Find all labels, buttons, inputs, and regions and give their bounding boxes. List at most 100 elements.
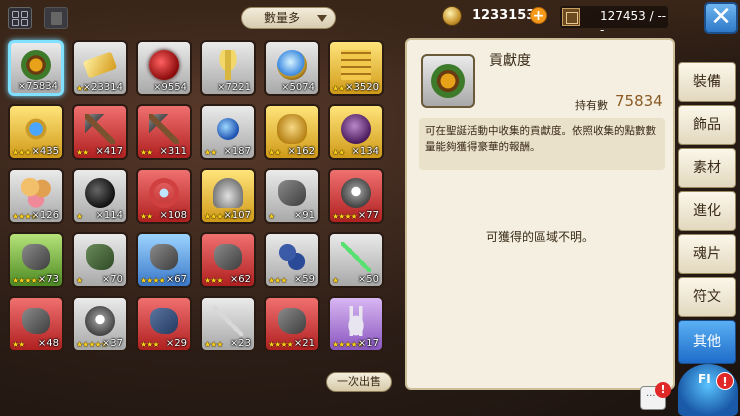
item-slot[interactable]: ★★★★★ ×17 xyxy=(328,296,384,352)
item-slot[interactable]: ★ ×70 xyxy=(72,232,128,288)
gray-stone-icon xyxy=(214,243,242,270)
item-count: ×23 xyxy=(229,338,251,349)
star-wreath-icon xyxy=(431,64,465,98)
item-rarity-stars: ★★★ xyxy=(140,340,159,349)
item-count: ×114 xyxy=(95,210,123,221)
item-slot[interactable]: ★★ ×311 xyxy=(136,104,192,160)
item-rarity-stars: ★★ xyxy=(204,148,217,157)
staff-icon xyxy=(213,305,243,336)
sort-dropdown[interactable]: 數量多 xyxy=(241,7,336,29)
item-slot[interactable]: ★★★★ ×21 xyxy=(264,296,320,352)
detail-item-frame xyxy=(421,54,475,108)
item-count: ×37 xyxy=(101,338,123,349)
item-rarity-stars: ★ xyxy=(268,212,275,221)
gray-stone-icon xyxy=(278,307,306,334)
item-count: ×77 xyxy=(357,210,379,221)
item-slot[interactable]: ★★★★ ×77 xyxy=(328,168,384,224)
list-view-button[interactable] xyxy=(44,7,68,29)
item-count: ×108 xyxy=(159,210,187,221)
mascot-label: FI xyxy=(698,372,711,386)
sell-all-button[interactable]: 一次出售 xyxy=(326,372,392,392)
item-slot[interactable]: ×9554 xyxy=(136,40,192,96)
green-spear-icon xyxy=(341,241,371,272)
item-slot[interactable]: ★★★★★ ×107 xyxy=(200,168,256,224)
item-slot[interactable]: ★★★★★ ×37 xyxy=(72,296,128,352)
tab-5[interactable]: 符文 xyxy=(678,277,736,317)
hammer-icon xyxy=(85,113,115,144)
item-count: ×9554 xyxy=(153,82,187,93)
item-slot[interactable]: ★★★ ×62 xyxy=(200,232,256,288)
blue-amulet-icon xyxy=(21,113,51,144)
item-count: ×187 xyxy=(223,146,251,157)
item-slot[interactable]: ★★ ×134 xyxy=(328,104,384,160)
item-slot[interactable]: ★★★★ ×67 xyxy=(136,232,192,288)
item-count: ×29 xyxy=(165,338,187,349)
item-slot[interactable]: ★★★ ×59 xyxy=(264,232,320,288)
item-slot[interactable]: ★★ ×187 xyxy=(200,104,256,160)
item-slot[interactable]: ★★ ×23314 xyxy=(72,40,128,96)
plum-icon xyxy=(341,113,371,144)
item-slot[interactable]: ★★★★★ ×73 xyxy=(8,232,64,288)
item-slot[interactable]: ★ ×50 xyxy=(328,232,384,288)
item-slot[interactable]: ×5074 xyxy=(264,40,320,96)
blue-orb-icon xyxy=(277,49,307,80)
item-count: ×67 xyxy=(165,274,187,285)
tab-4[interactable]: 魂片 xyxy=(678,234,736,274)
item-count: ×107 xyxy=(223,210,251,221)
helmet-icon xyxy=(213,177,243,208)
tab-6[interactable]: 其他 xyxy=(678,320,736,364)
capacity-value: 127453 / --- xyxy=(600,9,667,37)
hammer-icon xyxy=(149,113,179,144)
tab-3[interactable]: 進化 xyxy=(678,191,736,231)
zeny-display: 1233153 + xyxy=(442,6,548,28)
tab-1[interactable]: 飾品 xyxy=(678,105,736,145)
item-slot[interactable]: ★ ×114 xyxy=(72,168,128,224)
item-slot[interactable]: ★★ ×48 xyxy=(8,296,64,352)
tab-2[interactable]: 素材 xyxy=(678,148,736,188)
item-slot[interactable]: ×7221 xyxy=(200,40,256,96)
item-slot[interactable]: ★★★ ×23 xyxy=(200,296,256,352)
rabbit-stone-icon xyxy=(341,305,371,336)
item-slot[interactable]: ×75834 xyxy=(8,40,64,96)
item-rarity-stars: ★★ xyxy=(268,148,281,157)
item-rarity-stars: ★★★ xyxy=(12,148,31,157)
item-count: ×417 xyxy=(95,146,123,157)
item-rarity-stars: ★★ xyxy=(332,148,345,157)
item-slot[interactable]: ★★★ ×3520 xyxy=(328,40,384,96)
sprite-stone-icon xyxy=(341,177,371,208)
mascot-alert-badge: ! xyxy=(716,372,734,390)
item-rarity-stars: ★ xyxy=(332,276,339,285)
item-rarity-stars: ★ xyxy=(76,212,83,221)
green-stone-icon xyxy=(86,243,114,270)
item-rarity-stars: ★★★★ xyxy=(140,276,166,285)
item-slot[interactable]: ★★★ ×29 xyxy=(136,296,192,352)
item-slot[interactable]: ★★★★ ×126 xyxy=(8,168,64,224)
item-rarity-stars: ★★★ xyxy=(204,340,223,349)
item-slot[interactable]: ★★ ×417 xyxy=(72,104,128,160)
owned-label: 持有數 xyxy=(575,99,608,112)
item-count: ×23314 xyxy=(82,82,123,93)
item-count: ×73 xyxy=(37,274,59,285)
grid-view-button[interactable] xyxy=(8,7,32,29)
item-slot[interactable]: ★★ ×108 xyxy=(136,168,192,224)
tab-0[interactable]: 裝備 xyxy=(678,62,736,102)
item-count: ×17 xyxy=(357,338,379,349)
add-zeny-button[interactable]: + xyxy=(530,7,547,24)
gold-bars-icon xyxy=(341,49,371,80)
item-count: ×21 xyxy=(293,338,315,349)
item-slot[interactable]: ★★ ×162 xyxy=(264,104,320,160)
capacity-display: 127453 / --- xyxy=(560,6,668,37)
close-button[interactable]: ✕ xyxy=(704,2,738,34)
grid-icon xyxy=(12,19,19,26)
item-count: ×48 xyxy=(37,338,59,349)
item-count: ×91 xyxy=(293,210,315,221)
item-slot[interactable]: ★ ×91 xyxy=(264,168,320,224)
item-count: ×5074 xyxy=(281,82,315,93)
blue-stone-icon xyxy=(150,307,178,334)
item-rarity-stars: ★★ xyxy=(140,148,153,157)
gold-ingot-icon xyxy=(82,51,118,79)
item-slot[interactable]: ★★★ ×435 xyxy=(8,104,64,160)
zeny-amount: 1233153 xyxy=(472,8,536,23)
ring-icon xyxy=(149,177,179,208)
red-orb-icon xyxy=(149,49,179,80)
